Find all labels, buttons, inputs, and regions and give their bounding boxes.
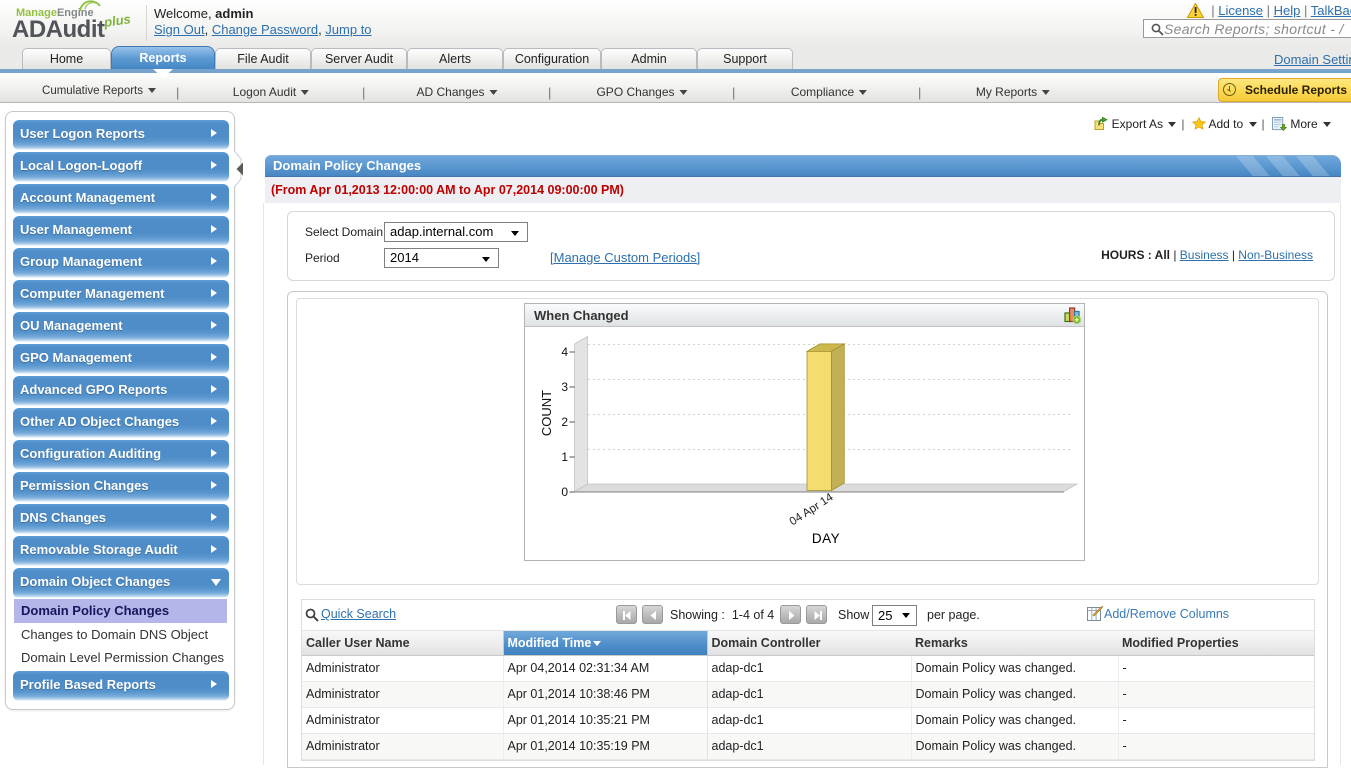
svg-text:0: 0 bbox=[561, 485, 568, 499]
svg-text:1: 1 bbox=[561, 450, 568, 464]
svg-text:04 Apr 14: 04 Apr 14 bbox=[788, 491, 836, 528]
svg-text:3: 3 bbox=[561, 380, 568, 394]
svg-text:4: 4 bbox=[561, 345, 568, 359]
svg-text:COUNT: COUNT bbox=[539, 390, 554, 436]
svg-text:2: 2 bbox=[561, 415, 568, 429]
svg-text:DAY: DAY bbox=[812, 531, 840, 546]
